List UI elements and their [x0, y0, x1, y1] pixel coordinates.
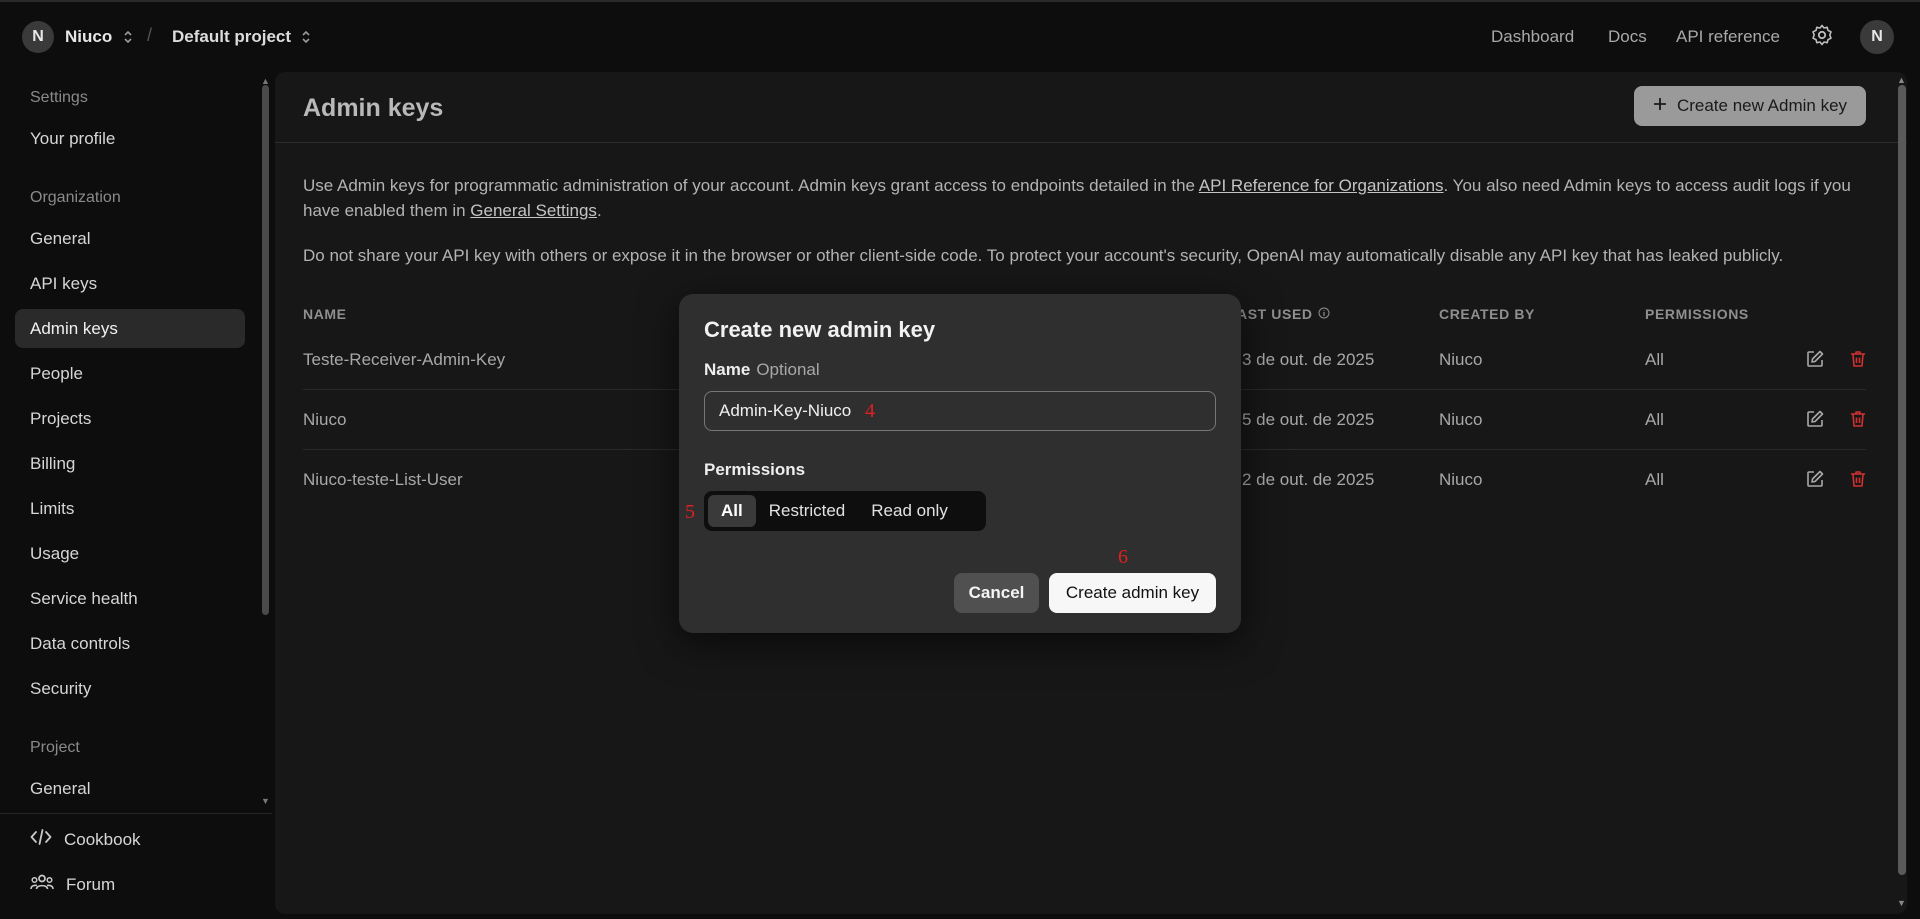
- create-admin-key-submit-button[interactable]: Create admin key: [1049, 573, 1216, 613]
- sidebar-item-general[interactable]: General: [15, 219, 245, 258]
- key-permissions: All: [1645, 350, 1664, 369]
- gear-icon: [1810, 23, 1834, 52]
- column-header-last-used: AST USED: [1237, 306, 1330, 322]
- header-divider: [275, 142, 1907, 143]
- permissions-segmented-control: All Restricted Read only: [704, 491, 986, 531]
- sidebar-item-project-general[interactable]: General: [15, 769, 245, 808]
- org-switcher[interactable]: N Niuco: [22, 21, 133, 53]
- description-paragraph: Use Admin keys for programmatic administ…: [303, 173, 1883, 223]
- key-last-used: 5 de out. de 2025: [1242, 410, 1375, 429]
- api-reference-organizations-link[interactable]: API Reference for Organizations: [1199, 176, 1444, 195]
- people-icon: [30, 873, 54, 896]
- sidebar-section-settings: Settings: [30, 89, 88, 106]
- permission-option-read-only[interactable]: Read only: [858, 495, 961, 527]
- sidebar-scrollbar[interactable]: [262, 85, 269, 615]
- sidebar-scroll-down-icon[interactable]: ▼: [261, 796, 270, 806]
- breadcrumb-separator: /: [147, 25, 153, 45]
- key-name: Teste-Receiver-Admin-Key: [303, 350, 506, 369]
- step-marker-5: 5: [685, 501, 695, 523]
- key-created-by: Niuco: [1439, 470, 1483, 489]
- chevron-updown-icon: [123, 29, 133, 45]
- key-name: Niuco-teste-List-User: [303, 470, 463, 489]
- sidebar-item-people[interactable]: People: [15, 354, 245, 393]
- cancel-button[interactable]: Cancel: [954, 573, 1039, 613]
- general-settings-link[interactable]: General Settings: [470, 201, 597, 220]
- key-permissions: All: [1645, 410, 1664, 429]
- cookbook-label: Cookbook: [64, 829, 141, 849]
- key-name: Niuco: [303, 410, 347, 429]
- step-marker-6: 6: [1118, 546, 1128, 568]
- column-header-created-by: CREATED BY: [1439, 306, 1535, 322]
- create-admin-key-button[interactable]: Create new Admin key: [1634, 86, 1866, 126]
- main-scroll-up-icon[interactable]: ▲: [1897, 75, 1906, 85]
- sidebar-divider: [0, 813, 272, 814]
- edit-icon[interactable]: [1803, 347, 1827, 371]
- key-name-input[interactable]: [704, 391, 1216, 431]
- sidebar-item-billing[interactable]: Billing: [15, 444, 245, 483]
- main-scrollbar[interactable]: [1898, 85, 1906, 875]
- permissions-label: Permissions: [704, 460, 806, 479]
- sidebar-item-usage[interactable]: Usage: [15, 534, 245, 573]
- sidebar-item-data-controls[interactable]: Data controls: [15, 624, 245, 663]
- org-avatar: N: [22, 21, 54, 53]
- sidebar-item-api-keys[interactable]: API keys: [15, 264, 245, 303]
- key-created-by: Niuco: [1439, 350, 1483, 369]
- sidebar-item-limits[interactable]: Limits: [15, 489, 245, 528]
- sidebar-item-service-health[interactable]: Service health: [15, 579, 245, 618]
- column-header-permissions: PERMISSIONS: [1645, 306, 1749, 322]
- create-admin-key-label: Create new Admin key: [1676, 96, 1848, 115]
- forum-link[interactable]: Forum: [30, 873, 115, 896]
- edit-icon[interactable]: [1803, 467, 1827, 491]
- docs-link[interactable]: Docs: [1608, 27, 1647, 47]
- org-name: Niuco: [65, 27, 113, 46]
- dashboard-link[interactable]: Dashboard: [1491, 27, 1574, 47]
- sidebar: Settings Your profile Organization Gener…: [0, 72, 272, 919]
- permission-option-all[interactable]: All: [708, 495, 756, 527]
- info-icon[interactable]: [1318, 306, 1330, 322]
- step-marker-4: 4: [865, 400, 875, 422]
- settings-button[interactable]: [1808, 23, 1836, 51]
- cookbook-link[interactable]: Cookbook: [30, 828, 141, 851]
- description-text: .: [596, 201, 602, 220]
- forum-label: Forum: [66, 874, 116, 894]
- permission-option-restricted[interactable]: Restricted: [756, 495, 859, 527]
- dialog-title: Create new admin key: [704, 317, 936, 342]
- key-created-by: Niuco: [1439, 410, 1483, 429]
- api-reference-link[interactable]: API reference: [1676, 27, 1780, 47]
- description-text: Use Admin keys for programmatic administ…: [303, 176, 1199, 195]
- create-admin-key-dialog: Create new admin key Name Optional 4 Perm…: [679, 294, 1241, 633]
- project-name: Default project: [172, 27, 292, 46]
- sidebar-item-projects[interactable]: Projects: [15, 399, 245, 438]
- sidebar-item-admin-keys[interactable]: Admin keys: [15, 309, 245, 348]
- column-header-name: NAME: [303, 306, 347, 322]
- sidebar-section-project: Project: [30, 739, 80, 756]
- key-permissions: All: [1645, 470, 1664, 489]
- sidebar-item-security[interactable]: Security: [15, 669, 245, 708]
- user-avatar[interactable]: N: [1860, 20, 1894, 54]
- chevron-updown-icon: [301, 29, 311, 45]
- page-title: Admin keys: [303, 94, 444, 122]
- sidebar-section-organization: Organization: [30, 189, 121, 206]
- trash-icon[interactable]: [1846, 407, 1870, 431]
- project-switcher[interactable]: Default project: [172, 27, 311, 47]
- name-label: Name: [704, 360, 751, 379]
- trash-icon[interactable]: [1846, 347, 1870, 371]
- key-last-used: 3 de out. de 2025: [1242, 350, 1375, 369]
- column-header-last-used-label: AST USED: [1237, 306, 1313, 322]
- key-last-used: 2 de out. de 2025: [1242, 470, 1375, 489]
- security-warning: Do not share your API key with others or…: [303, 246, 1784, 265]
- name-field-label: Name Optional: [704, 360, 820, 380]
- main-scroll-down-icon[interactable]: ▼: [1897, 898, 1906, 908]
- code-icon: [30, 828, 52, 851]
- edit-icon[interactable]: [1803, 407, 1827, 431]
- trash-icon[interactable]: [1846, 467, 1870, 491]
- sidebar-item-your-profile[interactable]: Your profile: [15, 119, 245, 158]
- optional-label: Optional: [756, 360, 820, 379]
- top-bar: N Niuco / Default project Dashboard Docs…: [0, 0, 1920, 70]
- plus-icon: [1653, 96, 1667, 116]
